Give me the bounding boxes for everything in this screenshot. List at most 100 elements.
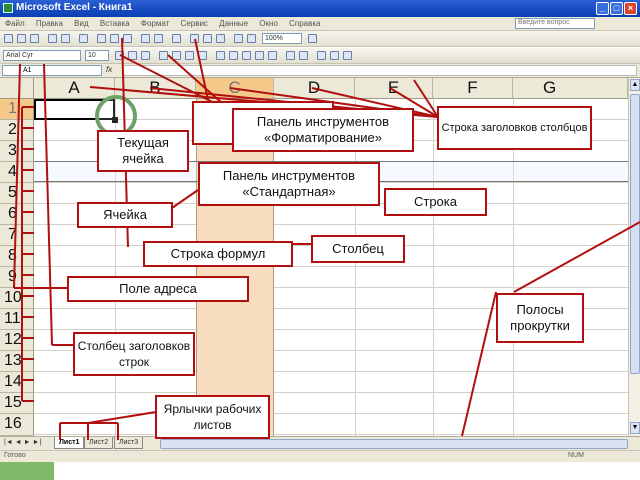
- menu-edit[interactable]: Правка: [36, 19, 63, 28]
- row-header-11[interactable]: 11: [0, 309, 34, 330]
- currency-icon[interactable]: [216, 51, 225, 60]
- callout-format-toolbar: Панель инструментов «Форматирование»: [232, 108, 414, 152]
- status-num: NUM: [568, 452, 584, 459]
- row-header-16[interactable]: 16: [0, 414, 34, 436]
- menu-format[interactable]: Формат: [141, 19, 169, 28]
- taskbar-fragment: [0, 462, 54, 480]
- italic-icon[interactable]: [128, 51, 137, 60]
- row-header-9[interactable]: 9: [0, 267, 34, 288]
- excel-app-icon: [3, 3, 13, 13]
- font-size-select[interactable]: 10: [85, 50, 109, 61]
- menu-window[interactable]: Окно: [259, 19, 278, 28]
- callout-formula-bar: Строка формул: [143, 241, 293, 267]
- scroll-down-icon[interactable]: ▼: [630, 422, 640, 434]
- row-header-6[interactable]: 6: [0, 204, 34, 225]
- font-color-icon[interactable]: [343, 51, 352, 60]
- undo-icon[interactable]: [141, 34, 150, 43]
- column-header-f[interactable]: F: [433, 78, 513, 99]
- menu-help[interactable]: Справка: [289, 19, 320, 28]
- decrease-indent-icon[interactable]: [286, 51, 295, 60]
- callout-row: Строка: [384, 188, 487, 216]
- name-box[interactable]: A1: [2, 65, 102, 76]
- increase-indent-icon[interactable]: [299, 51, 308, 60]
- tab-nav-icons[interactable]: |◄ ◄ ► ►|: [4, 439, 41, 446]
- formatting-toolbar: Arial Cyr 10: [0, 48, 640, 64]
- sort-asc-icon[interactable]: [203, 34, 212, 43]
- save-icon[interactable]: [30, 34, 39, 43]
- menu-tools[interactable]: Сервис: [181, 19, 208, 28]
- row-header-14[interactable]: 14: [0, 372, 34, 393]
- percent-icon[interactable]: [229, 51, 238, 60]
- preview-icon[interactable]: [61, 34, 70, 43]
- close-button[interactable]: ×: [624, 2, 637, 15]
- status-bar: Готово NUM: [0, 450, 640, 462]
- sheet-tab-2[interactable]: Лист2: [84, 437, 114, 449]
- paste-icon[interactable]: [123, 34, 132, 43]
- redo-icon[interactable]: [154, 34, 163, 43]
- new-icon[interactable]: [4, 34, 13, 43]
- help-question-input[interactable]: Введите вопрос: [515, 18, 595, 29]
- copy-icon[interactable]: [110, 34, 119, 43]
- increase-decimal-icon[interactable]: [255, 51, 264, 60]
- borders-icon[interactable]: [317, 51, 326, 60]
- callout-name-box: Поле адреса: [67, 276, 249, 302]
- align-left-icon[interactable]: [159, 51, 168, 60]
- font-select[interactable]: Arial Cyr: [3, 50, 81, 61]
- column-header-e[interactable]: E: [355, 78, 433, 99]
- row-header-13[interactable]: 13: [0, 351, 34, 372]
- row-header-1[interactable]: 1: [0, 99, 34, 120]
- menu-file[interactable]: Файл: [5, 19, 25, 28]
- comma-style-icon[interactable]: [242, 51, 251, 60]
- row-header-12[interactable]: 12: [0, 330, 34, 351]
- sheet-tab-1[interactable]: Лист1: [54, 437, 85, 449]
- fx-icon[interactable]: fx: [106, 65, 112, 74]
- zoom-select[interactable]: 100%: [262, 33, 302, 44]
- horizontal-scrollbar[interactable]: [160, 439, 628, 449]
- menu-data[interactable]: Данные: [219, 19, 248, 28]
- column-header-d[interactable]: D: [274, 78, 355, 99]
- row-header-5[interactable]: 5: [0, 183, 34, 204]
- autosum-icon[interactable]: [190, 34, 199, 43]
- sheet-tab-bar: |◄ ◄ ► ►| Лист1 Лист2 Лист3: [0, 436, 640, 450]
- sort-desc-icon[interactable]: [216, 34, 225, 43]
- bold-icon[interactable]: [115, 51, 124, 60]
- callout-column: Столбец: [311, 235, 405, 263]
- row-header-10[interactable]: 10: [0, 288, 34, 309]
- hyperlink-icon[interactable]: [172, 34, 181, 43]
- row-header-8[interactable]: 8: [0, 246, 34, 267]
- minimize-button[interactable]: _: [596, 2, 609, 15]
- column-header-g[interactable]: G: [513, 78, 628, 99]
- scroll-up-icon[interactable]: ▲: [630, 79, 640, 91]
- row-header-4[interactable]: 4: [0, 162, 34, 183]
- drawing-icon[interactable]: [247, 34, 256, 43]
- underline-icon[interactable]: [141, 51, 150, 60]
- row-header-15[interactable]: 15: [0, 393, 34, 414]
- decrease-decimal-icon[interactable]: [268, 51, 277, 60]
- sheet-tab-3[interactable]: Лист3: [114, 437, 144, 449]
- column-header-a[interactable]: A: [34, 78, 115, 99]
- menu-insert[interactable]: Вставка: [100, 19, 130, 28]
- maximize-button[interactable]: □: [610, 2, 623, 15]
- column-header-b[interactable]: B: [115, 78, 196, 99]
- vertical-scrollbar[interactable]: ▲ ▼: [628, 78, 640, 436]
- column-header-c[interactable]: C: [196, 78, 274, 99]
- print-icon[interactable]: [48, 34, 57, 43]
- select-all-corner[interactable]: [0, 78, 34, 99]
- help-icon[interactable]: [308, 34, 317, 43]
- menu-view[interactable]: Вид: [74, 19, 88, 28]
- spelling-icon[interactable]: [79, 34, 88, 43]
- callout-row-headers: Столбец заголовков строк: [73, 332, 195, 376]
- chart-wizard-icon[interactable]: [234, 34, 243, 43]
- merge-center-icon[interactable]: [198, 51, 207, 60]
- formula-input[interactable]: [122, 65, 637, 76]
- vertical-scroll-thumb[interactable]: [630, 94, 640, 374]
- row-header-3[interactable]: 3: [0, 141, 34, 162]
- cut-icon[interactable]: [97, 34, 106, 43]
- row-header-2[interactable]: 2: [0, 120, 34, 141]
- align-center-icon[interactable]: [172, 51, 181, 60]
- align-right-icon[interactable]: [185, 51, 194, 60]
- row-header-7[interactable]: 7: [0, 225, 34, 246]
- formula-bar: A1 fx: [0, 64, 640, 78]
- fill-color-icon[interactable]: [330, 51, 339, 60]
- open-icon[interactable]: [17, 34, 26, 43]
